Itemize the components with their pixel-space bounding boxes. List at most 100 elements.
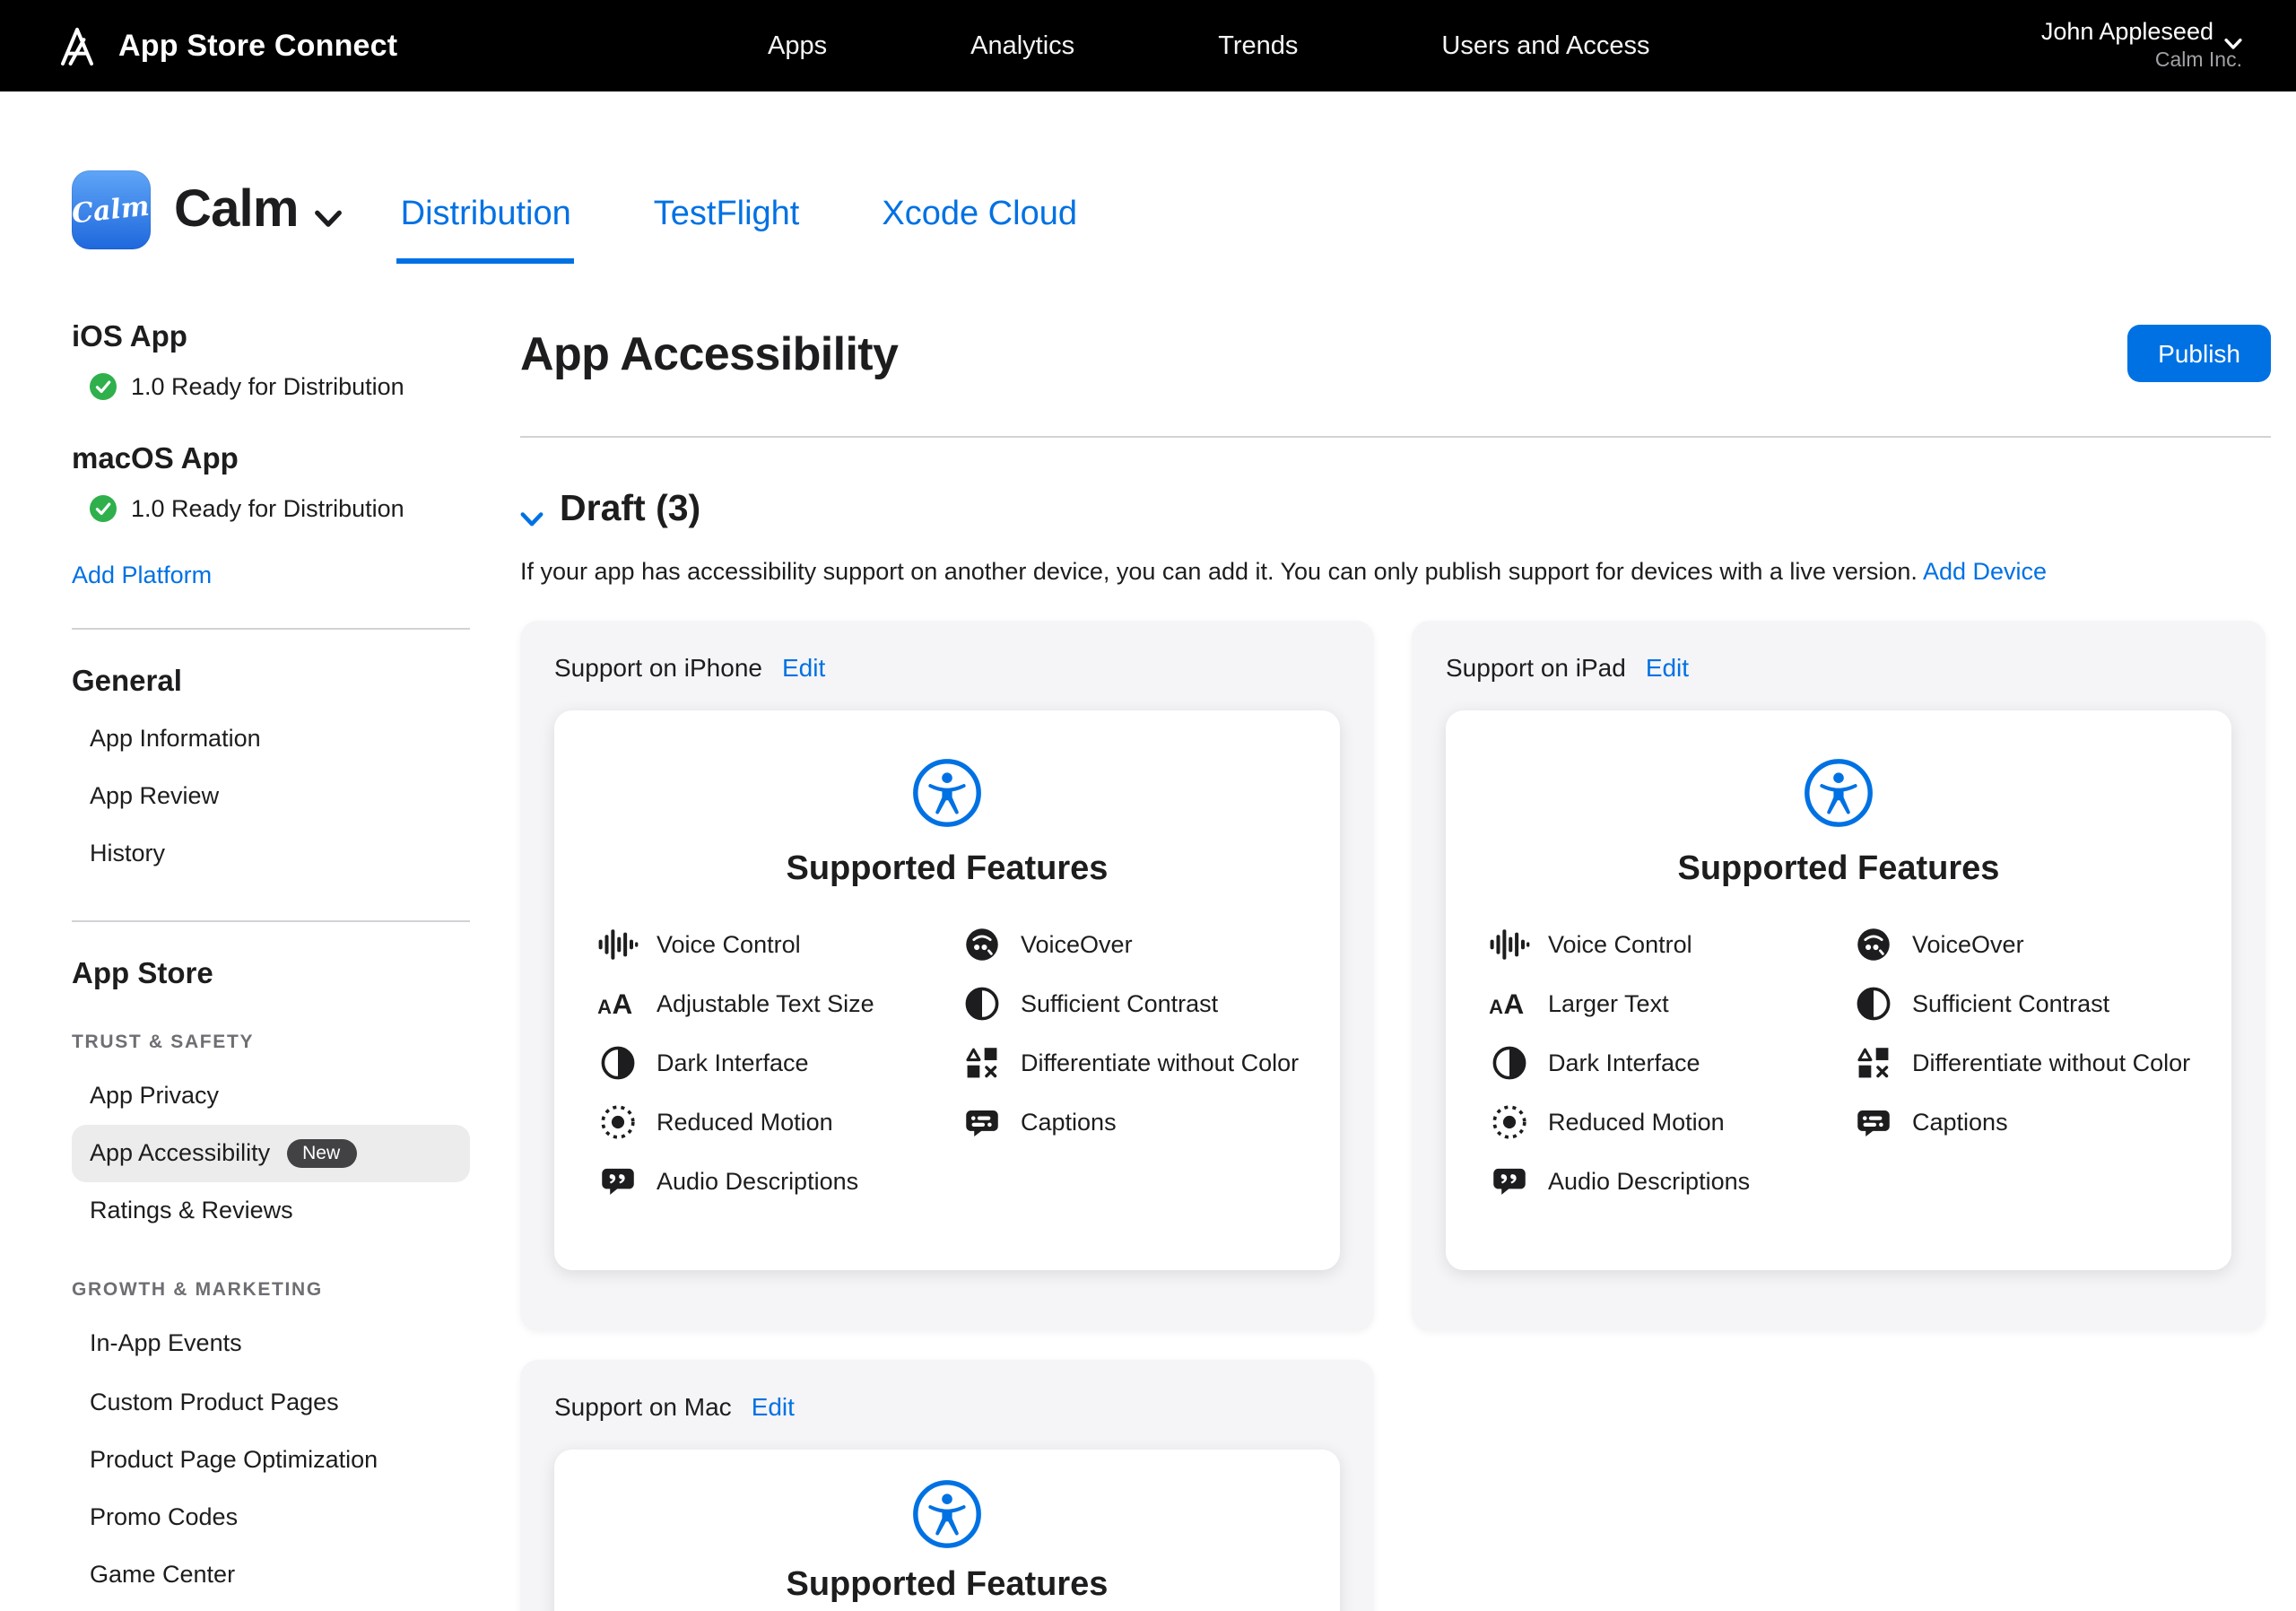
feature-item: Captions bbox=[961, 1102, 1299, 1142]
support-cards: Support on iPhone Edit Supported Feature… bbox=[520, 620, 2271, 1611]
sidebar-item-label: Ratings & Reviews bbox=[90, 1197, 293, 1226]
sidebar-ios-version-status[interactable]: 1.0 Ready for Distribution bbox=[90, 373, 470, 400]
sidebar-item-game-center[interactable]: Game Center bbox=[72, 1546, 470, 1604]
tab-testflight[interactable]: TestFlight bbox=[650, 196, 804, 264]
reduced-motion-icon bbox=[1489, 1102, 1530, 1142]
user-name: John Appleseed bbox=[2041, 17, 2213, 48]
page-head: App Accessibility Publish bbox=[520, 325, 2271, 382]
sidebar-item-app-review[interactable]: App Review bbox=[72, 768, 470, 825]
dark-interface-icon bbox=[1489, 1043, 1530, 1083]
sidebar-item-in-app-events[interactable]: In-App Events bbox=[72, 1316, 470, 1373]
sidebar-item-app-accessibility[interactable]: App Accessibility New bbox=[72, 1125, 470, 1183]
sidebar-item-custom-product-pages[interactable]: Custom Product Pages bbox=[72, 1373, 470, 1431]
feature-item: VoiceOver bbox=[961, 925, 1299, 964]
feature-item: Audio Descriptions bbox=[597, 1162, 961, 1201]
page-title: App Accessibility bbox=[520, 326, 898, 381]
feature-label: Differentiate without Color bbox=[1912, 1049, 2190, 1076]
tab-xcode-cloud[interactable]: Xcode Cloud bbox=[878, 196, 1081, 264]
svg-text:A: A bbox=[613, 988, 633, 1020]
app-switcher[interactable]: Calm bbox=[174, 180, 344, 239]
edit-link[interactable]: Edit bbox=[1646, 652, 1689, 681]
feature-item: Reduced Motion bbox=[597, 1102, 961, 1142]
feature-item: Differentiate without Color bbox=[1853, 1043, 2190, 1083]
support-card-head: Support on iPhone Edit bbox=[554, 652, 1340, 681]
svg-text:A: A bbox=[1504, 988, 1525, 1020]
draft-section-toggle[interactable]: Draft (3) bbox=[520, 488, 2271, 531]
feature-item: Voice Control bbox=[1489, 925, 1853, 964]
voice-control-icon bbox=[597, 925, 639, 964]
tab-distribution[interactable]: Distribution bbox=[397, 196, 575, 264]
support-card-head: Support on Mac Edit bbox=[554, 1391, 1340, 1420]
nav-item-apps[interactable]: Apps bbox=[768, 31, 827, 60]
sidebar-macos-app-heading: macOS App bbox=[72, 443, 470, 477]
feature-label: Captions bbox=[1912, 1109, 2008, 1136]
user-organization: Calm Inc. bbox=[2041, 48, 2242, 75]
feature-item: Reduced Motion bbox=[1489, 1102, 1853, 1142]
feature-label: Audio Descriptions bbox=[1548, 1168, 1750, 1195]
publish-button[interactable]: Publish bbox=[2127, 325, 2271, 382]
supported-features-card: Supported Features bbox=[554, 1449, 1340, 1611]
supported-features-card: Supported Features Voice Control AA Adjus… bbox=[554, 710, 1340, 1269]
sidebar-divider bbox=[72, 919, 470, 921]
feature-item: Sufficient Contrast bbox=[961, 984, 1299, 1023]
sidebar-general-list: App Information App Review History bbox=[72, 710, 470, 884]
edit-link[interactable]: Edit bbox=[782, 652, 825, 681]
sidebar-item-label: Promo Codes bbox=[90, 1503, 238, 1532]
accessibility-icon bbox=[1803, 756, 1874, 828]
supported-features-heading: Supported Features bbox=[590, 849, 1304, 889]
sidebar-item-app-privacy[interactable]: App Privacy bbox=[72, 1067, 470, 1124]
feature-item: Dark Interface bbox=[1489, 1043, 1853, 1083]
sidebar-item-history[interactable]: History bbox=[72, 826, 470, 884]
feature-item: VoiceOver bbox=[1853, 925, 2190, 964]
edit-link[interactable]: Edit bbox=[752, 1391, 795, 1420]
sidebar-macos-version-status[interactable]: 1.0 Ready for Distribution bbox=[90, 495, 470, 522]
app-header: Calm Calm Distribution TestFlight Xcode … bbox=[0, 91, 2296, 264]
feature-label: Dark Interface bbox=[657, 1049, 809, 1076]
user-menu[interactable]: John Appleseed Calm Inc. bbox=[2041, 17, 2242, 75]
feature-label: VoiceOver bbox=[1912, 931, 2024, 958]
nav-item-analytics[interactable]: Analytics bbox=[970, 31, 1074, 60]
sidebar-divider bbox=[72, 628, 470, 630]
captions-icon bbox=[1853, 1102, 1894, 1142]
supported-features-heading: Supported Features bbox=[1482, 849, 2196, 889]
app-store-connect-page: App Store Connect Apps Analytics Trends … bbox=[0, 0, 2296, 1611]
feature-label: Reduced Motion bbox=[1548, 1109, 1725, 1136]
feature-label: Adjustable Text Size bbox=[657, 990, 874, 1017]
sidebar-item-promo-codes[interactable]: Promo Codes bbox=[72, 1489, 470, 1546]
top-nav: Apps Analytics Trends Users and Access bbox=[768, 0, 1650, 91]
feature-item: Dark Interface bbox=[597, 1043, 961, 1083]
feature-item: Captions bbox=[1853, 1102, 2190, 1142]
feature-label: Reduced Motion bbox=[657, 1109, 833, 1136]
support-card-title: Support on iPad bbox=[1446, 652, 1626, 681]
feature-label: Voice Control bbox=[1548, 931, 1692, 958]
nav-item-trends[interactable]: Trends bbox=[1218, 31, 1298, 60]
sidebar-item-app-information[interactable]: App Information bbox=[72, 710, 470, 768]
app-store-connect-logo-icon bbox=[54, 22, 100, 69]
sidebar-item-label: Product Page Optimization bbox=[90, 1446, 378, 1475]
top-navigation-bar: App Store Connect Apps Analytics Trends … bbox=[0, 0, 2296, 91]
sidebar-item-label: In-App Events bbox=[90, 1330, 242, 1359]
sidebar-item-label: App Information bbox=[90, 725, 261, 753]
sidebar-ios-app-heading: iOS App bbox=[72, 321, 470, 355]
audio-descriptions-icon bbox=[1489, 1162, 1530, 1201]
app-store-connect-home-link[interactable]: App Store Connect bbox=[54, 22, 397, 69]
new-badge: New bbox=[286, 1139, 356, 1169]
feature-label: Audio Descriptions bbox=[657, 1168, 858, 1195]
ios-status-label: 1.0 Ready for Distribution bbox=[131, 373, 404, 400]
sidebar-trust-safety-heading: TRUST & SAFETY bbox=[72, 1031, 470, 1052]
sidebar-item-product-page-optimization[interactable]: Product Page Optimization bbox=[72, 1432, 470, 1489]
sidebar: iOS App 1.0 Ready for Distribution macOS… bbox=[72, 321, 470, 1605]
svg-text:A: A bbox=[597, 996, 612, 1018]
nav-item-users-and-access[interactable]: Users and Access bbox=[1441, 31, 1649, 60]
chevron-down-icon bbox=[315, 205, 344, 222]
add-platform-link[interactable]: Add Platform bbox=[72, 562, 212, 588]
audio-descriptions-icon bbox=[597, 1162, 639, 1201]
add-device-link[interactable]: Add Device bbox=[1923, 558, 2047, 585]
sidebar-item-ratings-reviews[interactable]: Ratings & Reviews bbox=[72, 1183, 470, 1241]
content-divider bbox=[520, 436, 2271, 438]
feature-item: Voice Control bbox=[597, 925, 961, 964]
sidebar-growth-marketing-heading: GROWTH & MARKETING bbox=[72, 1280, 470, 1302]
feature-label: Sufficient Contrast bbox=[1021, 990, 1218, 1017]
sidebar-general-heading: General bbox=[72, 666, 470, 700]
sidebar-app-store-heading: App Store bbox=[72, 957, 470, 991]
